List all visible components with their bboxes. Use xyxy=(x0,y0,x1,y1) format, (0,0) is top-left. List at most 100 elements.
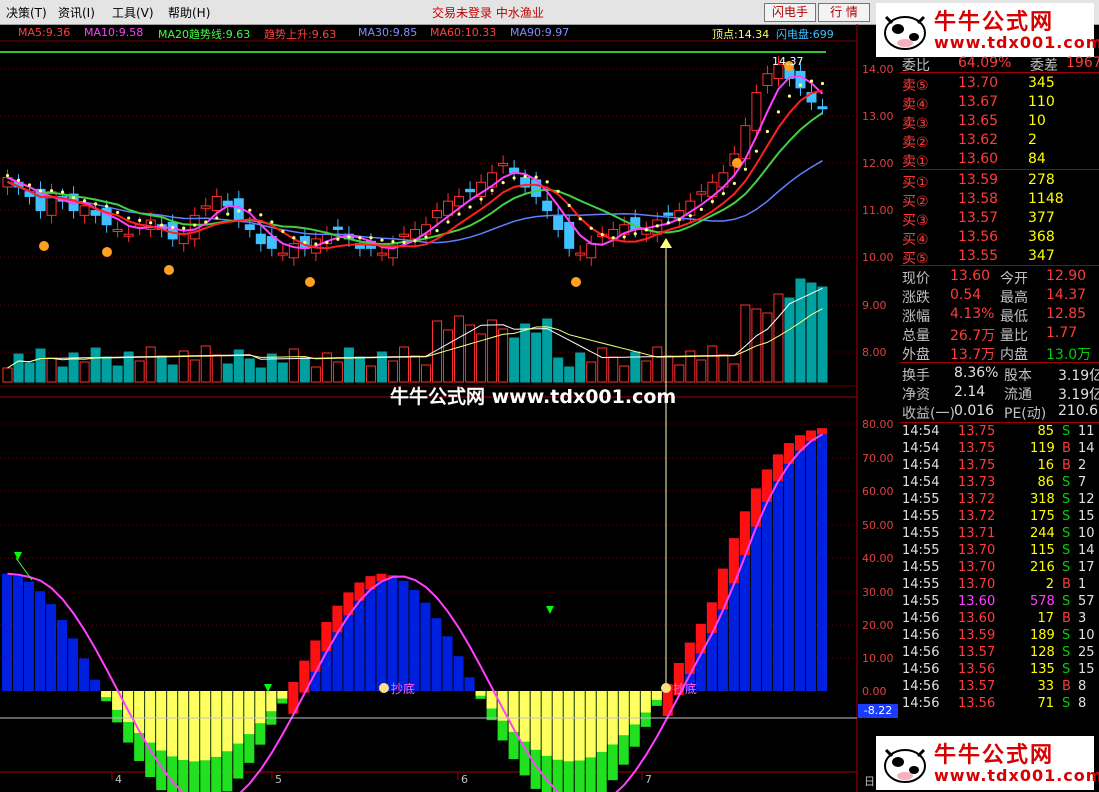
tick-count: 2 xyxy=(1078,458,1087,473)
price-axis-label: 10.00 xyxy=(862,251,894,264)
stat-value: 13.60 xyxy=(950,268,991,284)
osc-axis-label: 70.00 xyxy=(862,452,894,465)
tick-count: 8 xyxy=(1078,679,1087,694)
tick-row: 14:55 13.72 175 S 15 xyxy=(900,509,1099,526)
tick-time: 14:54 xyxy=(902,458,940,473)
tick-volume: 115 xyxy=(1030,543,1055,558)
bottom-label-2: 抄底 xyxy=(673,682,698,696)
tick-row: 14:56 13.57 128 S 25 xyxy=(900,645,1099,662)
tick-price: 13.75 xyxy=(958,458,996,473)
stat-row: 现价 13.60 今开 12.90 xyxy=(900,267,1099,287)
tick-row: 14:55 13.72 318 S 12 xyxy=(900,492,1099,509)
sell-price: 13.62 xyxy=(958,132,999,148)
tick-price: 13.57 xyxy=(958,645,996,660)
tick-direction: S xyxy=(1062,628,1071,643)
tick-volume: 578 xyxy=(1030,594,1055,609)
sell-price: 13.70 xyxy=(958,75,999,91)
tick-direction: S xyxy=(1062,424,1071,439)
tick-time: 14:55 xyxy=(902,509,940,524)
info-value: 2.14 xyxy=(954,384,986,400)
tick-direction: S xyxy=(1062,492,1071,507)
buy-volume: 347 xyxy=(1028,248,1055,264)
tick-count: 8 xyxy=(1078,696,1087,711)
price-axis-label: 9.00 xyxy=(862,299,887,312)
tick-count: 14 xyxy=(1078,543,1095,558)
tick-volume: 244 xyxy=(1030,526,1055,541)
tick-row: 14:55 13.70 216 S 17 xyxy=(900,560,1099,577)
stat-label: 涨幅 xyxy=(902,309,930,325)
tick-price: 13.60 xyxy=(958,611,996,626)
tick-row: 14:54 13.73 86 S 7 xyxy=(900,475,1099,492)
sell-volume: 2 xyxy=(1028,132,1037,148)
stat-label: 现价 xyxy=(902,271,930,287)
info-value: 3.19亿 xyxy=(1058,368,1099,384)
buy-volume: 377 xyxy=(1028,210,1055,226)
tick-volume: 85 xyxy=(1037,424,1054,439)
sell-volume: 345 xyxy=(1028,75,1055,91)
info-label: 流通 xyxy=(1004,387,1032,403)
tick-direction: S xyxy=(1062,560,1071,575)
tick-volume: 318 xyxy=(1030,492,1055,507)
tick-row: 14:55 13.70 115 S 14 xyxy=(900,543,1099,560)
x-label: 7 xyxy=(645,773,652,786)
osc-axis-label: 60.00 xyxy=(862,485,894,498)
stat-value: 0.54 xyxy=(950,287,982,303)
tick-direction: B xyxy=(1062,441,1071,456)
info-label: 股本 xyxy=(1004,368,1032,384)
sell-level-label: 卖③ xyxy=(902,116,929,132)
info-label: 收益(一) xyxy=(902,406,955,422)
tick-time: 14:56 xyxy=(902,645,940,660)
tick-volume: 128 xyxy=(1030,645,1055,660)
tick-time: 14:56 xyxy=(902,696,940,711)
tick-direction: S xyxy=(1062,662,1071,677)
buy-price: 13.58 xyxy=(958,191,999,207)
tick-count: 1 xyxy=(1078,577,1087,592)
buy-level-label: 买② xyxy=(902,194,929,210)
tick-time: 14:55 xyxy=(902,560,940,575)
tick-time: 14:55 xyxy=(902,492,940,507)
osc-axis-label: 50.00 xyxy=(862,519,894,532)
tick-price: 13.59 xyxy=(958,628,996,643)
buy-level-row: 买② 13.58 1148 xyxy=(900,190,1099,210)
info-value: 8.36% xyxy=(954,365,999,381)
tick-row: 14:54 13.75 16 B 2 xyxy=(900,458,1099,475)
tick-time: 14:55 xyxy=(902,543,940,558)
tick-price: 13.75 xyxy=(958,424,996,439)
tick-time: 14:55 xyxy=(902,526,940,541)
info-value: 0.016 xyxy=(954,403,995,419)
osc-axis-label: 80.00 xyxy=(862,418,894,431)
sell-volume: 110 xyxy=(1028,94,1055,110)
stat-label: 最高 xyxy=(1000,290,1028,306)
osc-axis-label: 10.00 xyxy=(862,652,894,665)
stat-value: 13.7万 xyxy=(950,347,996,363)
sell-level-label: 卖⑤ xyxy=(902,78,929,94)
stat-row: 涨幅 4.13% 最低 12.85 xyxy=(900,305,1099,325)
tick-volume: 135 xyxy=(1030,662,1055,677)
buy-level-row: 买⑤ 13.55 347 xyxy=(900,247,1099,267)
x-label: 5 xyxy=(275,773,282,786)
sell-level-label: 卖② xyxy=(902,135,929,151)
stat-label: 内盘 xyxy=(1000,347,1028,363)
tick-volume: 119 xyxy=(1030,441,1055,456)
tick-price: 13.71 xyxy=(958,526,996,541)
bottom-label-1: 抄底 xyxy=(391,682,416,696)
sell-level-row: 卖② 13.62 2 xyxy=(900,131,1099,151)
tick-count: 25 xyxy=(1078,645,1095,660)
tick-time: 14:56 xyxy=(902,662,940,677)
info-row: 换手 8.36% 股本 3.19亿 xyxy=(900,364,1099,384)
tick-count: 10 xyxy=(1078,526,1095,541)
buy-price: 13.59 xyxy=(958,172,999,188)
sell-level-label: 卖④ xyxy=(902,97,929,113)
buy-level-row: 买④ 13.56 368 xyxy=(900,228,1099,248)
tick-count: 14 xyxy=(1078,441,1095,456)
sell-level-row: 卖④ 13.67 110 xyxy=(900,93,1099,113)
info-label: PE(动) xyxy=(1004,406,1047,422)
buy-price: 13.56 xyxy=(958,229,999,245)
osc-axis-label: 40.00 xyxy=(862,552,894,565)
weicha-value: 1967 xyxy=(1066,55,1099,71)
tick-time: 14:56 xyxy=(902,611,940,626)
stat-value: 4.13% xyxy=(950,306,995,322)
tick-direction: S xyxy=(1062,509,1071,524)
osc-axis-label: 0.00 xyxy=(862,685,887,698)
info-value: 3.19亿 xyxy=(1058,387,1099,403)
